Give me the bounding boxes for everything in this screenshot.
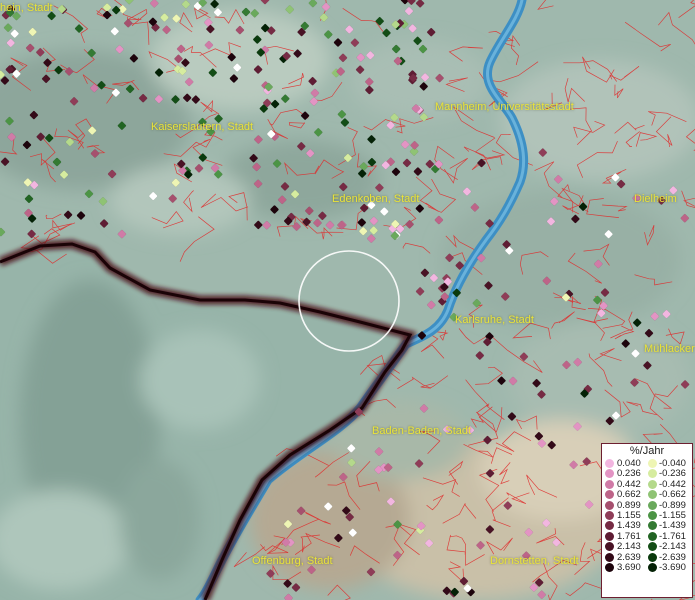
legend-row: 1.155 -1.155 — [602, 509, 692, 521]
legend-swatch-positive — [605, 490, 614, 500]
legend-swatch-negative — [648, 479, 657, 489]
legend-row: 3.690 -3.690 — [602, 561, 692, 573]
legend-row: 0.040 -0.040 — [602, 458, 692, 469]
legend-rows: 0.040 -0.040 0.236 -0.236 0.442 -0.442 0.662 -0… — [602, 458, 692, 573]
legend-swatch-negative — [648, 552, 657, 562]
legend-value-negative: -1.155 — [659, 509, 686, 521]
legend-value-positive: 0.899 — [617, 499, 641, 511]
city-label-baden-baden: Baden-Baden, Stadt — [372, 425, 472, 437]
legend-value-negative: -0.040 — [659, 458, 686, 469]
legend-row: 0.236 -0.236 — [602, 468, 692, 480]
legend-swatch-negative — [648, 469, 657, 479]
city-label-dielheim: Dielheim — [634, 193, 677, 205]
legend-swatch-negative — [648, 490, 657, 500]
legend-title: %/Jahr — [629, 445, 665, 457]
legend-value-negative: -1.761 — [659, 530, 686, 542]
legend-value-positive: 1.439 — [617, 520, 641, 532]
city-label-muehlacker: Mühlacker — [644, 343, 695, 355]
legend-swatch-negative — [648, 542, 657, 552]
legend-swatch-positive — [605, 521, 614, 531]
city-label-kaiserslautern: Kaiserslautern, Stadt — [151, 121, 254, 133]
legend-value-negative: -0.662 — [659, 489, 686, 501]
legend-value-negative: -0.442 — [659, 478, 686, 490]
city-label-ludwigshafen: hein, Stadt — [0, 2, 53, 14]
legend-value-positive: 0.040 — [617, 458, 641, 469]
legend-value-positive: 3.690 — [617, 561, 641, 573]
city-label-dornstetten: Dornstetten, Stadt — [490, 555, 579, 567]
legend-row: 2.639 -2.639 — [602, 551, 692, 563]
city-label-karlsruhe: Karlsruhe, Stadt — [455, 314, 534, 326]
legend-value-negative: -2.639 — [659, 551, 686, 563]
legend-swatch-positive — [605, 552, 614, 562]
legend-row: 0.662 -0.662 — [602, 489, 692, 501]
legend: %/Jahr 0.040 -0.040 0.236 -0.236 0.442 -0.442… — [601, 443, 693, 598]
legend-swatch-positive — [605, 510, 614, 520]
legend-row: 0.442 -0.442 — [602, 478, 692, 490]
legend-row: 2.143 -2.143 — [602, 541, 692, 553]
legend-value-negative: -2.143 — [659, 541, 686, 553]
terrain-basemap — [0, 0, 695, 600]
legend-row: 0.899 -0.899 — [602, 499, 692, 511]
legend-swatch-negative — [648, 500, 657, 510]
legend-swatch-negative — [648, 459, 657, 468]
legend-swatch-positive — [605, 459, 614, 468]
city-label-offenburg: Offenburg, Stadt — [252, 555, 333, 567]
city-label-edenkoben: Edenkoben, Stadt — [332, 193, 420, 205]
legend-value-negative: -0.236 — [659, 468, 686, 480]
legend-swatch-positive — [605, 531, 614, 541]
legend-value-negative: -0.899 — [659, 499, 686, 511]
legend-row: 1.761 -1.761 — [602, 530, 692, 542]
legend-swatch-negative — [648, 531, 657, 541]
legend-swatch-positive — [605, 500, 614, 510]
legend-value-positive: 1.761 — [617, 530, 641, 542]
legend-value-negative: -1.439 — [659, 520, 686, 532]
legend-swatch-positive — [605, 469, 614, 479]
map-view[interactable]: hein, Stadt Kaiserslautern, Stadt Mannhe… — [0, 0, 695, 600]
legend-value-positive: 0.236 — [617, 468, 641, 480]
legend-value-negative: -3.690 — [659, 561, 686, 573]
legend-value-positive: 0.662 — [617, 489, 641, 501]
legend-swatch-negative — [648, 562, 657, 572]
legend-value-positive: 2.143 — [617, 541, 641, 553]
legend-value-positive: 0.442 — [617, 478, 641, 490]
legend-swatch-positive — [605, 542, 614, 552]
legend-swatch-negative — [648, 521, 657, 531]
legend-value-positive: 2.639 — [617, 551, 641, 563]
legend-swatch-positive — [605, 479, 614, 489]
legend-value-positive: 1.155 — [617, 509, 641, 521]
legend-row: 1.439 -1.439 — [602, 520, 692, 532]
legend-swatch-negative — [648, 510, 657, 520]
city-label-mannheim: Mannheim, Universitätsstadt — [435, 101, 574, 113]
legend-swatch-positive — [605, 562, 614, 572]
